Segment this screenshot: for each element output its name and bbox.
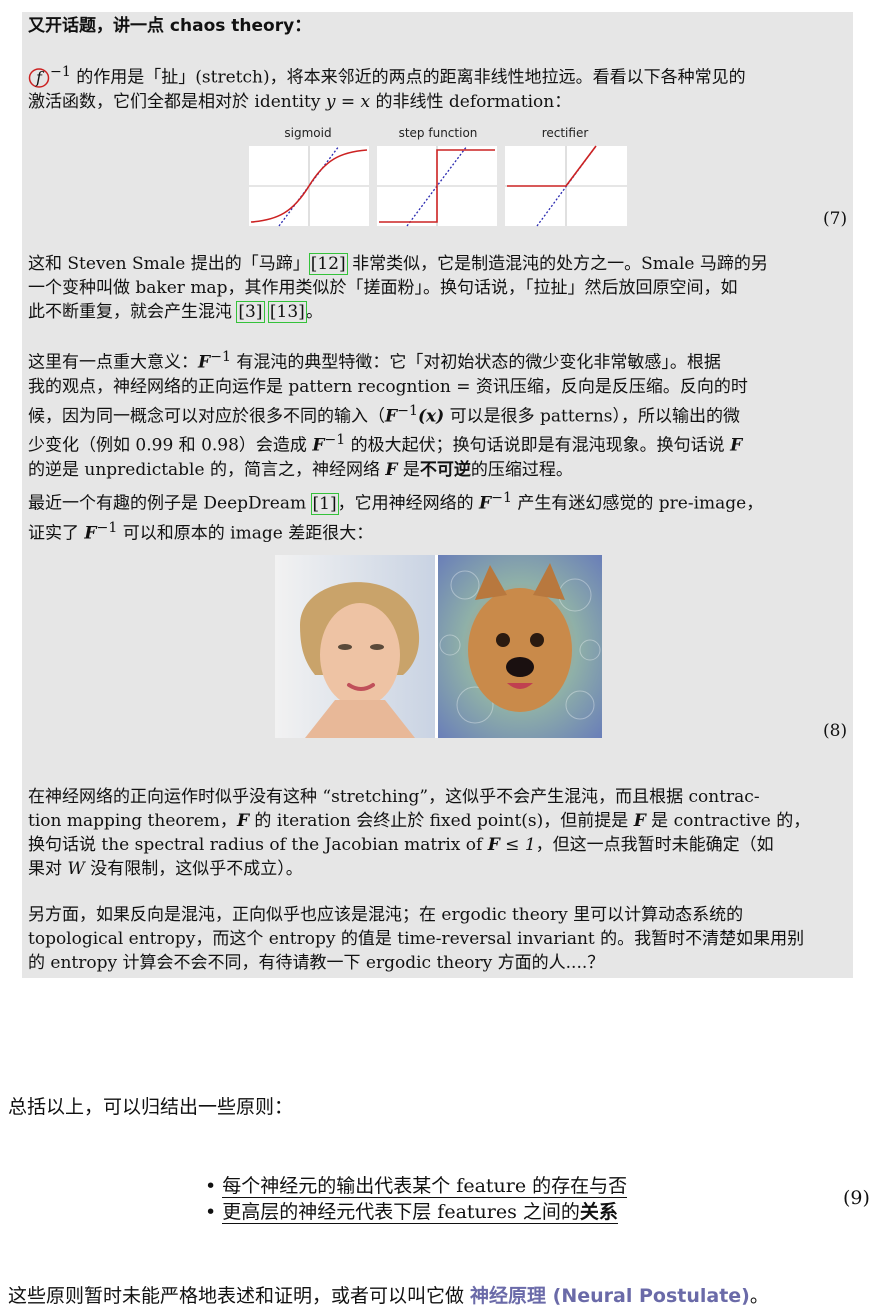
paragraph-ergodic: 另方面，如果反向是混沌，正向似乎也应该是混沌；在 ergodic theory … bbox=[28, 905, 805, 973]
paragraph-chaos-meaning: 这里有一点重大意义：F−1 有混沌的典型特徵：它「对初始状态的微少变化非常敏感」… bbox=[28, 349, 748, 480]
neural-postulate-link[interactable]: 神经原理 (Neural Postulate) bbox=[470, 1285, 750, 1307]
paragraph-deepdream: 最近一个有趣的例子是 DeepDream [1]，它用神经网络的 F−1 产生有… bbox=[28, 490, 764, 544]
citation-link[interactable]: [3] bbox=[236, 301, 265, 323]
equation-number-8: (8) bbox=[823, 721, 848, 741]
summary-text: 总括以上，可以归结出一些原则： bbox=[8, 1096, 294, 1118]
plot-label-rectifier: rectifier bbox=[542, 126, 589, 140]
rectifier-plot bbox=[505, 145, 627, 227]
activation-functions-figure: sigmoid step function rectifier bbox=[249, 126, 627, 227]
paragraph-contraction: 在神经网络的正向运作时似乎没有这种 “stretching”，这似乎不会产生混沌… bbox=[28, 787, 811, 879]
citation-link[interactable]: [1] bbox=[310, 492, 339, 515]
deepdream-image bbox=[275, 555, 602, 738]
equation-number-7: (7) bbox=[823, 209, 848, 229]
closing-text: 这些原则暂时未能严格地表述和证明，或者可以叫它做 神经原理 (Neural Po… bbox=[8, 1285, 769, 1307]
box-heading: 又开话题，讲一点 chaos theory： bbox=[28, 16, 312, 36]
equation-number-9: (9) bbox=[843, 1187, 870, 1209]
circled-f-icon: f bbox=[28, 68, 50, 88]
list-item: • 更高层的神经元代表下层 features 之间的关系 bbox=[205, 1201, 618, 1224]
principles-list: • 每个神经元的输出代表某个 feature 的存在与否 • 更高层的神经元代表… bbox=[205, 1173, 628, 1225]
step-function-plot bbox=[377, 145, 497, 227]
plot-label-sigmoid: sigmoid bbox=[284, 126, 331, 140]
plot-label-step: step function bbox=[399, 126, 478, 140]
citation-link[interactable]: [13] bbox=[267, 301, 307, 323]
list-item: • 每个神经元的输出代表某个 feature 的存在与否 bbox=[205, 1175, 628, 1198]
sigmoid-plot bbox=[249, 145, 369, 227]
citation-link[interactable]: [12] bbox=[308, 253, 348, 275]
paragraph-horseshoe: 这和 Steven Smale 提出的「马蹄」[12] 非常类似，它是制造混沌的… bbox=[28, 253, 768, 323]
paragraph-stretch: f −1 的作用是「扯」(stretch)，将本来邻近的两点的距离非线性地拉远。… bbox=[28, 64, 746, 112]
